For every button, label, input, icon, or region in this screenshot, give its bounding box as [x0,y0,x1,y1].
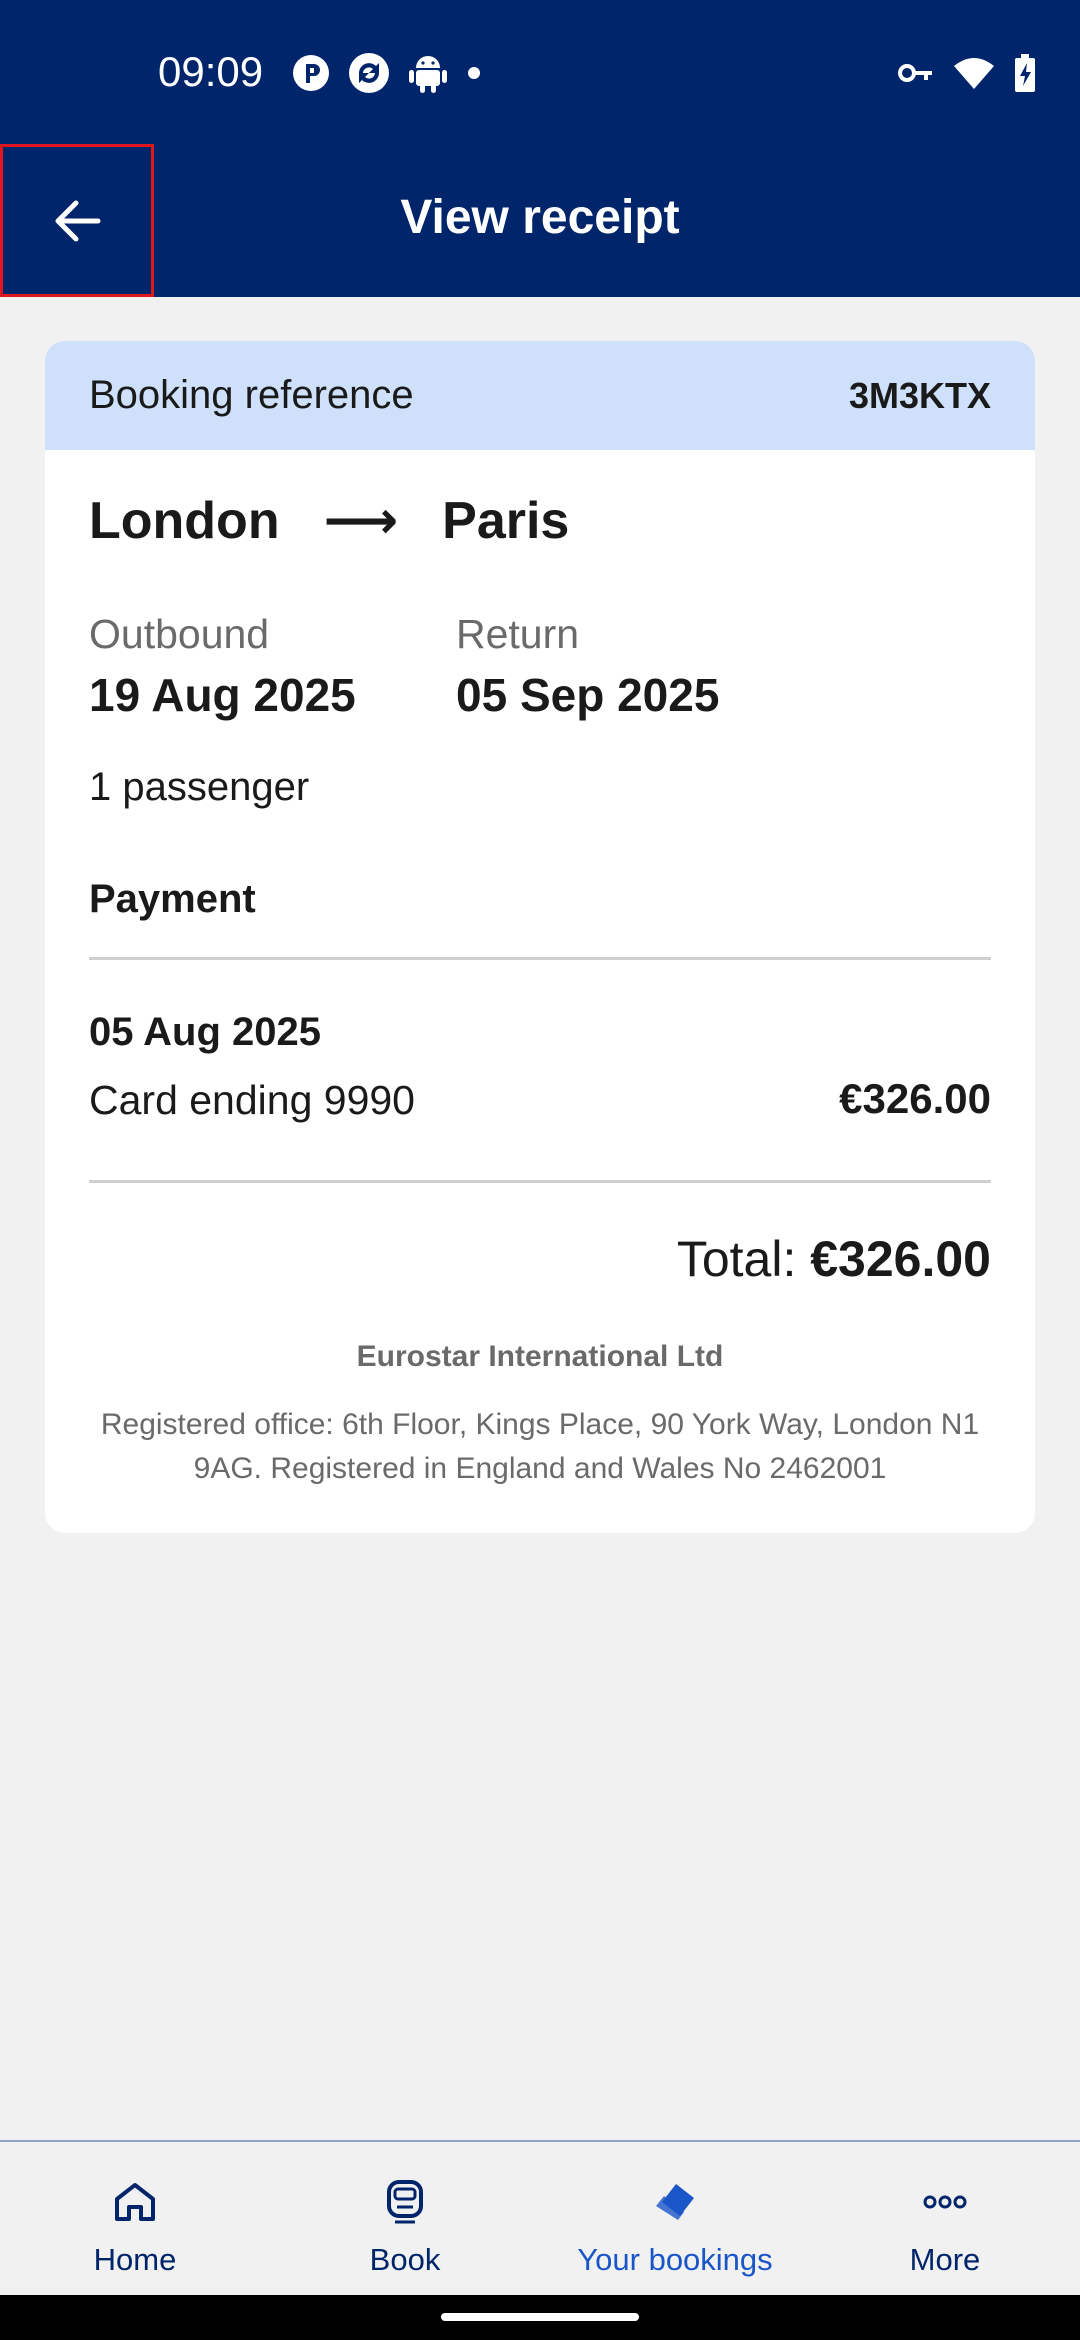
outbound-date: 19 Aug 2025 [89,669,356,721]
battery-charging-icon [1015,54,1035,92]
bottom-navigation: Home Book Your bookings More [0,2140,1080,2295]
payment-method: Card ending 9990 [89,1077,415,1123]
return-label: Return [456,611,580,657]
notification-p-icon [293,55,329,91]
outbound-column: Outbound 19 Aug 2025 [89,611,456,722]
divider [89,1180,991,1183]
total-amount: €326.00 [810,1231,991,1287]
booking-reference-bar: Booking reference 3M3KTX [45,341,1035,450]
total-row: Total: €326.00 [677,1230,991,1288]
journey-dates: Outbound 19 Aug 2025 Return 05 Sep 2025 [89,611,823,722]
booking-reference-code: 3M3KTX [848,374,991,416]
journey-route: London ⟶ Paris [89,491,569,551]
system-navigation-bar [0,2295,1080,2340]
tickets-icon [656,2184,694,2220]
vpn-key-icon [898,64,932,82]
registered-office: Registered office: 6th Floor, Kings Plac… [100,1408,980,1485]
page-title: View receipt [400,191,680,244]
total-label: Total: [676,1231,811,1287]
passenger-count: 1 passenger [89,765,310,809]
status-time: 09:09 [158,48,264,95]
android-icon [409,56,447,93]
nav-book-label: Book [369,2242,441,2277]
home-icon [115,2183,155,2221]
dot-icon [468,67,480,79]
status-system-icons [898,54,1036,92]
wifi-icon [954,58,994,89]
app-screen: 09:09 View receipt Booking reference 3M3… [0,0,1080,2340]
nav-book[interactable]: Book [270,2142,540,2295]
outbound-label: Outbound [89,611,270,657]
route-arrow-icon: ⟶ [323,492,399,550]
nav-more-label: More [909,2242,981,2277]
receipt-card: Booking reference 3M3KTX London ⟶ Paris … [45,341,1035,1533]
booking-reference-label: Booking reference [89,373,414,417]
more-dots-icon [923,2195,967,2209]
nav-your-bookings[interactable]: Your bookings [540,2142,810,2295]
origin-station: London [89,492,280,550]
destination-station: Paris [442,492,570,550]
status-notification-icons [292,52,482,94]
return-column: Return 05 Sep 2025 [456,611,823,722]
nav-home[interactable]: Home [0,2142,270,2295]
nav-more[interactable]: More [810,2142,1080,2295]
divider [89,957,991,960]
train-icon [387,2180,423,2224]
nav-your-bookings-label: Your bookings [577,2242,773,2277]
payment-heading: Payment [89,877,256,921]
return-date: 05 Sep 2025 [456,669,720,721]
payment-date: 05 Aug 2025 [89,1010,321,1054]
company-name: Eurostar International Ltd [356,1340,724,1373]
notification-sync-icon [349,53,389,93]
payment-amount: €326.00 [839,1075,991,1122]
top-app-bar: 09:09 View receipt [0,0,1080,297]
home-indicator[interactable] [441,2313,639,2321]
nav-home-label: Home [93,2242,177,2277]
